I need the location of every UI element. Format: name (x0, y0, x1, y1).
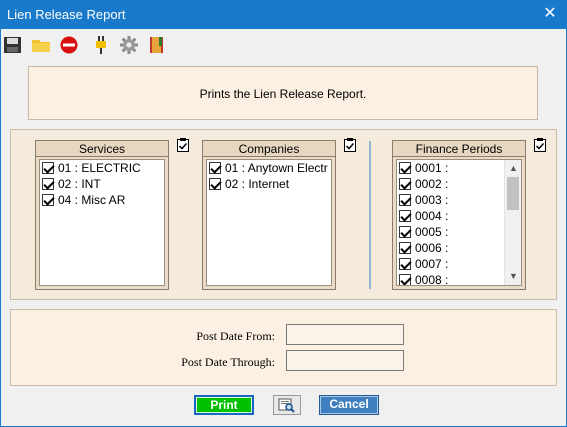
scroll-down-arrow-icon[interactable]: ▼ (505, 268, 521, 285)
post-date-from-input[interactable] (286, 324, 404, 345)
checkbox[interactable] (399, 178, 411, 190)
plug-icon[interactable] (91, 35, 111, 55)
print-preview-icon (278, 398, 295, 413)
save-icon[interactable] (3, 35, 23, 55)
companies-title: Companies (203, 141, 335, 157)
list-item[interactable]: 04 : Misc AR (42, 192, 125, 208)
post-date-through-input[interactable] (286, 350, 404, 371)
list-item[interactable]: 0003 : (399, 192, 448, 208)
finance-periods-group: Finance Periods 0001 : 0002 : 0003 : 000… (392, 140, 526, 290)
toolbar (1, 29, 566, 59)
finance-periods-select-all-icon[interactable] (534, 138, 546, 152)
list-item[interactable]: 01 : Anytown Electr (209, 160, 328, 176)
checkbox[interactable] (209, 178, 221, 190)
companies-select-all-icon[interactable] (344, 138, 356, 152)
title-bar[interactable]: Lien Release Report ✕ (1, 1, 566, 29)
report-book-icon[interactable] (147, 35, 167, 55)
selection-area: Services 01 : ELECTRIC 02 : INT 04 : Mis… (10, 129, 557, 300)
checkbox[interactable] (42, 194, 54, 206)
cancel-button[interactable]: Cancel (319, 395, 379, 415)
close-button[interactable]: ✕ (538, 3, 562, 25)
stop-icon[interactable] (59, 35, 79, 55)
lien-release-report-window: Lien Release Report ✕ Prints the Lien Re… (0, 0, 567, 427)
list-item[interactable]: 0002 : (399, 176, 448, 192)
checkbox[interactable] (399, 194, 411, 206)
list-item[interactable]: 01 : ELECTRIC (42, 160, 141, 176)
scrollbar[interactable]: ▲ ▼ (504, 160, 521, 285)
gear-icon[interactable] (119, 35, 139, 55)
post-date-from-label: Post Date From: (196, 329, 275, 343)
checkbox[interactable] (399, 210, 411, 222)
companies-group: Companies 01 : Anytown Electr 02 : Inter… (202, 140, 336, 290)
checkbox[interactable] (399, 242, 411, 254)
finance-periods-list[interactable]: 0001 : 0002 : 0003 : 0004 : 0005 : 0006 … (396, 159, 522, 286)
list-item[interactable]: 0008 : (399, 272, 448, 285)
checkbox[interactable] (42, 178, 54, 190)
description-text: Prints the Lien Release Report. (199, 87, 367, 101)
list-item[interactable]: 02 : Internet (209, 176, 289, 192)
list-item[interactable]: 0005 : (399, 224, 448, 240)
scroll-up-arrow-icon[interactable]: ▲ (505, 160, 521, 177)
services-list[interactable]: 01 : ELECTRIC 02 : INT 04 : Misc AR (39, 159, 165, 286)
post-date-through-label: Post Date Through: (181, 355, 275, 369)
finance-periods-title: Finance Periods (393, 141, 525, 157)
print-button[interactable]: Print (194, 395, 254, 415)
open-folder-icon[interactable] (31, 35, 51, 55)
checkbox[interactable] (209, 162, 221, 174)
checkbox[interactable] (399, 258, 411, 270)
list-item[interactable]: 0001 : (399, 160, 448, 176)
divider (369, 141, 371, 289)
list-item[interactable]: 02 : INT (42, 176, 101, 192)
print-preview-button[interactable] (273, 395, 301, 415)
checkbox[interactable] (399, 226, 411, 238)
list-item[interactable]: 0007 : (399, 256, 448, 272)
services-group: Services 01 : ELECTRIC 02 : INT 04 : Mis… (35, 140, 169, 290)
date-range-area: Post Date From: Post Date Through: (10, 309, 557, 386)
services-select-all-icon[interactable] (177, 138, 189, 152)
companies-list[interactable]: 01 : Anytown Electr 02 : Internet (206, 159, 332, 286)
checkbox[interactable] (399, 274, 411, 285)
checkbox[interactable] (399, 162, 411, 174)
checkbox[interactable] (42, 162, 54, 174)
dialog-body: Prints the Lien Release Report. Services… (1, 29, 566, 426)
list-item[interactable]: 0006 : (399, 240, 448, 256)
services-title: Services (36, 141, 168, 157)
list-item[interactable]: 0004 : (399, 208, 448, 224)
scroll-thumb[interactable] (507, 177, 519, 210)
description-panel: Prints the Lien Release Report. (28, 66, 538, 120)
window-title: Lien Release Report (7, 7, 126, 22)
